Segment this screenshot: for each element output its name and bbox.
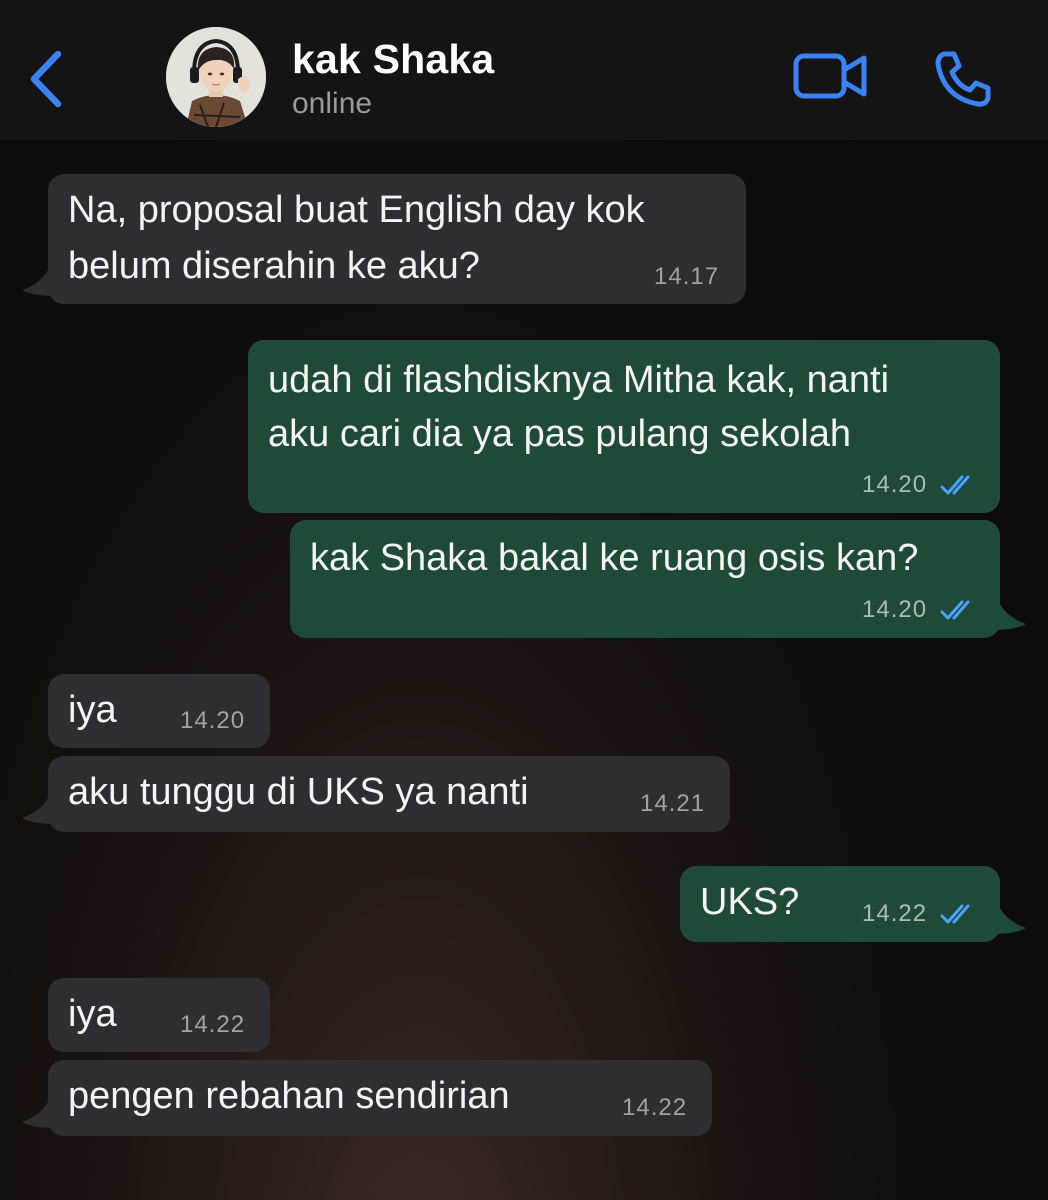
read-receipt-icon — [940, 904, 970, 924]
message-bubble-incoming[interactable]: iya 14.20 — [48, 674, 270, 748]
bubble-tail — [22, 1102, 56, 1128]
bubble-tail — [22, 798, 56, 824]
chevron-left-icon — [30, 50, 62, 108]
read-receipt-icon — [940, 600, 970, 620]
message-bubble-outgoing[interactable]: udah di flashdisknya Mitha kak, nanti ak… — [248, 340, 1000, 513]
message-text: udah di flashdisknya Mitha kak, nanti — [268, 359, 890, 401]
message-text: iya — [68, 689, 117, 731]
message-bubble-outgoing[interactable]: UKS? 14.22 — [680, 866, 1000, 942]
message-timestamp: 14.20 — [862, 596, 928, 623]
message-bubble-incoming[interactable]: iya 14.22 — [48, 978, 270, 1052]
message-timestamp: 14.20 — [180, 707, 246, 734]
message-timestamp: 14.21 — [640, 790, 706, 817]
message-text: iya — [68, 993, 117, 1035]
message-timestamp: 14.22 — [622, 1094, 688, 1121]
message-bubble-incoming[interactable]: Na, proposal buat English day kok belum … — [48, 174, 746, 304]
chat-header: kak Shaka online — [0, 0, 1048, 140]
video-camera-icon — [793, 53, 867, 99]
avatar[interactable] — [166, 27, 266, 127]
back-button[interactable] — [22, 44, 70, 114]
message-timestamp: 14.22 — [862, 900, 928, 927]
bubble-tail — [992, 604, 1026, 630]
message-text: Na, proposal buat English day kok — [68, 189, 645, 231]
message-text: aku tunggu di UKS ya nanti — [68, 771, 529, 813]
video-call-button[interactable] — [792, 48, 870, 106]
message-timestamp: 14.17 — [654, 263, 720, 290]
bubble-tail — [22, 270, 56, 296]
message-text: pengen rebahan sendirian — [68, 1075, 510, 1117]
message-text: aku cari dia ya pas pulang sekolah — [268, 413, 852, 455]
bubble-tail — [992, 908, 1026, 934]
avatar-photo — [166, 27, 266, 127]
message-timestamp: 14.22 — [180, 1011, 246, 1038]
message-bubble-outgoing[interactable]: kak Shaka bakal ke ruang osis kan? 14.20 — [290, 520, 1000, 638]
contact-name[interactable]: kak Shaka — [292, 36, 494, 83]
message-bubble-incoming[interactable]: pengen rebahan sendirian 14.22 — [48, 1060, 712, 1136]
message-bubble-incoming[interactable]: aku tunggu di UKS ya nanti 14.21 — [48, 756, 730, 832]
read-receipt-icon — [940, 475, 970, 495]
message-text: UKS? — [700, 881, 800, 923]
contact-status: online — [292, 87, 373, 120]
phone-icon — [935, 51, 991, 107]
voice-call-button[interactable] — [930, 48, 994, 110]
message-text: belum diserahin ke aku? — [68, 245, 480, 287]
message-timestamp: 14.20 — [862, 471, 928, 498]
message-text: kak Shaka bakal ke ruang osis kan? — [310, 537, 919, 579]
